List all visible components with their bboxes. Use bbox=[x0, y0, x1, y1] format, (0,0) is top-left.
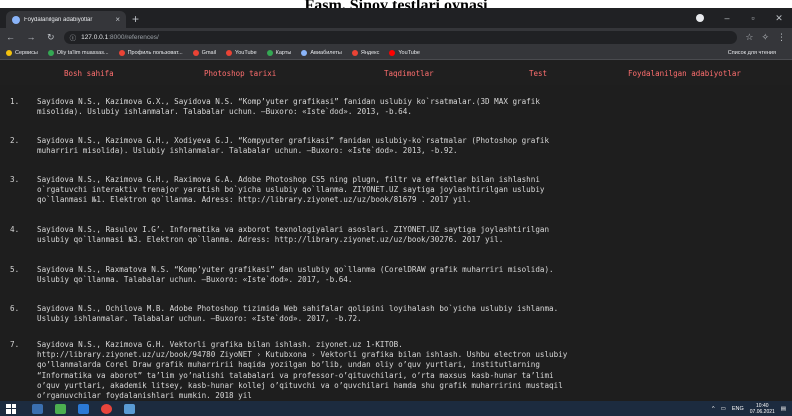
network-icon[interactable]: ▭ bbox=[721, 406, 726, 412]
item-number: 1. bbox=[10, 97, 20, 106]
bookmark-item[interactable]: Авиабилеты bbox=[301, 49, 342, 56]
star-icon[interactable]: ☆ bbox=[745, 32, 753, 43]
tab-title: Foydalanilgan adabiyotlar bbox=[24, 16, 93, 23]
bookmark-item[interactable]: Gmail bbox=[192, 49, 217, 56]
list-item: 5. Sayidova N.S., Raxmatova N.S. “Komp’yu… bbox=[10, 265, 788, 285]
bookmarks-bar: Сервисы Oliy ta'lim muassas... Профиль пол… bbox=[0, 46, 792, 60]
bookmark-label: Gmail bbox=[201, 49, 217, 56]
item-text: Sayidova N.S., Kazimova G.H. Vektorli gr… bbox=[37, 340, 568, 401]
nav-link-home[interactable]: Bosh sahifa bbox=[64, 69, 114, 78]
globe-icon bbox=[12, 15, 20, 24]
nav-link-photoshop-history[interactable]: Photoshop tarixi bbox=[204, 69, 276, 78]
close-window-icon[interactable]: ✕ bbox=[766, 13, 792, 24]
windows-taskbar: ^ ▭ ENG 10:40 07.06.2021 ▤ bbox=[0, 401, 792, 416]
list-item: 1. Sayidova N.S., Kazimova G.X., Sayidova… bbox=[10, 97, 788, 117]
item-number: 7. bbox=[10, 340, 20, 349]
address-actions: ☆ ✧ ⋮ bbox=[745, 32, 786, 43]
tray-arrow-icon[interactable]: ^ bbox=[712, 406, 715, 412]
item-number: 6. bbox=[10, 304, 20, 313]
bookmark-item[interactable]: YouTube bbox=[389, 49, 420, 56]
profile-icon[interactable] bbox=[696, 14, 704, 22]
chrome-icon[interactable] bbox=[101, 403, 112, 414]
bookmark-label: Карты bbox=[275, 49, 292, 56]
language-indicator[interactable]: ENG bbox=[732, 406, 744, 412]
bookmark-item[interactable]: Яндекс bbox=[351, 49, 380, 56]
app-icon[interactable] bbox=[124, 403, 135, 414]
nav-link-presentations[interactable]: Taqdimotlar bbox=[384, 69, 434, 78]
figure-caption: Fasm. Sinov testlari oynasi bbox=[0, 0, 792, 8]
nav-buttons: ← → ↻ bbox=[6, 32, 64, 43]
menu-icon[interactable]: ⋮ bbox=[777, 32, 786, 43]
bookmark-item[interactable]: Карты bbox=[266, 49, 292, 56]
bookmark-icon bbox=[192, 49, 199, 56]
reload-icon[interactable]: ↻ bbox=[47, 32, 55, 42]
item-number: 3. bbox=[10, 175, 20, 184]
browser-tab-bar: Foydalanilgan adabiyotlar × + – ▫ ✕ bbox=[0, 8, 792, 28]
references-list: 1. Sayidova N.S., Kazimova G.X., Sayidova… bbox=[0, 85, 792, 401]
window-controls: – ▫ ✕ bbox=[696, 8, 792, 28]
nav-link-test[interactable]: Test bbox=[529, 69, 547, 78]
bookmark-label: Профиль пользоват... bbox=[127, 49, 183, 56]
list-item: 7. Sayidova N.S., Kazimova G.H. Vektorli … bbox=[10, 340, 788, 401]
new-tab-button[interactable]: + bbox=[132, 11, 139, 28]
item-text: Sayidova N.S., Kazimova G.H., Raximova G… bbox=[37, 175, 545, 205]
file-explorer-icon[interactable] bbox=[32, 403, 43, 414]
item-number: 4. bbox=[10, 225, 20, 234]
item-text: Sayidova N.S., Kazimova G.H., Xodiyeva G… bbox=[37, 136, 550, 156]
item-text: Sayidova N.S., Raxmatova N.S. “Komp’yute… bbox=[37, 265, 554, 285]
notifications-icon[interactable]: ▤ bbox=[781, 406, 786, 412]
item-number: 5. bbox=[10, 265, 20, 274]
bookmark-item[interactable]: Oliy ta'lim muassas... bbox=[47, 49, 109, 56]
bookmark-item[interactable]: Сервисы bbox=[6, 49, 38, 56]
bookmark-icon bbox=[266, 49, 273, 56]
bookmark-icon bbox=[6, 49, 12, 56]
bookmark-item[interactable]: Профиль пользоват... bbox=[118, 49, 183, 56]
url-host: 127.0.0.1 bbox=[81, 33, 109, 41]
bookmark-label: Авиабилеты bbox=[310, 49, 342, 56]
browser-tab[interactable]: Foydalanilgan adabiyotlar × bbox=[6, 11, 126, 28]
maximize-icon[interactable]: ▫ bbox=[740, 13, 766, 23]
windows-start-icon[interactable] bbox=[6, 403, 16, 414]
url-input[interactable]: ⓘ 127.0.0.1:8000/references/ bbox=[63, 30, 738, 44]
close-icon[interactable]: × bbox=[115, 15, 120, 24]
forward-icon[interactable]: → bbox=[27, 32, 36, 42]
bookmark-label: YouTube bbox=[235, 49, 257, 56]
bookmark-label: Яндекс bbox=[360, 49, 380, 56]
word-icon[interactable] bbox=[78, 403, 89, 414]
item-text: Sayidova N.S., Ochilova M.B. Adobe Photo… bbox=[37, 304, 559, 324]
item-text: Sayidova N.S., Kazimova G.X., Sayidova N… bbox=[37, 97, 540, 117]
extensions-icon[interactable]: ✧ bbox=[761, 32, 769, 43]
clock[interactable]: 10:40 07.06.2021 bbox=[750, 403, 775, 415]
list-item: 2. Sayidova N.S., Kazimova G.H., Xodiyeva… bbox=[10, 136, 788, 156]
list-item: 4. Sayidova N.S., Rasulov I.G’. Informati… bbox=[10, 225, 788, 245]
bookmark-icon bbox=[118, 49, 125, 56]
bookmark-item[interactable]: YouTube bbox=[226, 49, 257, 56]
address-bar: ← → ↻ ⓘ 127.0.0.1:8000/references/ ☆ ✧ ⋮ bbox=[0, 28, 792, 46]
app-icon[interactable] bbox=[55, 403, 66, 414]
reading-list-button[interactable]: Список для чтения bbox=[728, 50, 776, 56]
list-item: 3. Sayidova N.S., Kazimova G.H., Raximova… bbox=[10, 175, 788, 206]
bookmark-icon bbox=[226, 49, 233, 56]
item-number: 2. bbox=[10, 136, 20, 145]
list-item: 6. Sayidova N.S., Ochilova M.B. Adobe Pho… bbox=[10, 304, 788, 324]
bookmark-icon bbox=[47, 49, 54, 56]
bookmark-label: Сервисы bbox=[15, 49, 38, 56]
url-path: :8000/references/ bbox=[108, 33, 159, 41]
bookmark-icon bbox=[351, 49, 358, 56]
bookmark-label: YouTube bbox=[398, 49, 420, 56]
system-tray: ^ ▭ ENG 10:40 07.06.2021 ▤ bbox=[712, 403, 786, 415]
bookmark-icon bbox=[301, 49, 308, 56]
bookmark-label: Oliy ta'lim muassas... bbox=[56, 49, 109, 56]
nav-link-references[interactable]: Foydalanilgan adabiyotlar bbox=[628, 69, 741, 78]
back-icon[interactable]: ← bbox=[6, 32, 15, 42]
minimize-icon[interactable]: – bbox=[714, 13, 740, 23]
site-navigation: Bosh sahifa Photoshop tarixi Taqdimotlar… bbox=[0, 60, 792, 85]
item-text: Sayidova N.S., Rasulov I.G’. Informatika… bbox=[37, 225, 550, 245]
clock-date: 07.06.2021 bbox=[749, 408, 775, 415]
bookmark-icon bbox=[389, 49, 396, 56]
info-icon: ⓘ bbox=[69, 35, 77, 42]
